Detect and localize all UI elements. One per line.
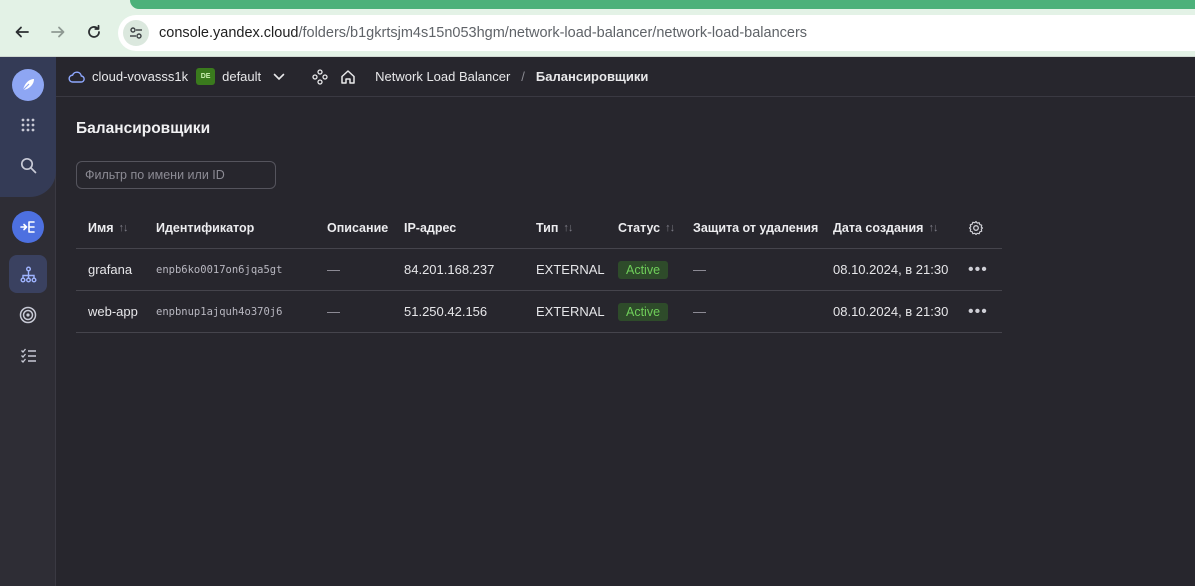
- site-info-button[interactable]: [123, 20, 149, 46]
- cell-description: —: [327, 262, 340, 277]
- console-header: cloud-vovasss1k DE default Network Load …: [56, 57, 1195, 97]
- apps-grid-icon[interactable]: [12, 109, 44, 141]
- cell-protection: —: [693, 262, 706, 277]
- sort-icon[interactable]: ↑↓: [665, 222, 675, 234]
- cell-ip: 51.250.42.156: [404, 304, 488, 319]
- gear-icon: [968, 220, 984, 236]
- sort-icon[interactable]: ↑↓: [563, 222, 573, 234]
- cell-name[interactable]: grafana: [88, 249, 132, 290]
- breadcrumb-separator: /: [521, 69, 525, 84]
- forward-button[interactable]: [46, 20, 70, 44]
- row-actions-button[interactable]: •••: [968, 291, 988, 332]
- browser-toolbar: console.yandex.cloud/folders/b1gkrtsjm4s…: [0, 0, 1195, 57]
- cell-id: enpbnup1ajquh4o370j6: [156, 305, 283, 318]
- cell-name[interactable]: web-app: [88, 291, 138, 332]
- home-icon[interactable]: [339, 68, 357, 86]
- address-bar[interactable]: console.yandex.cloud/folders/b1gkrtsjm4s…: [118, 15, 1195, 51]
- page-title: Балансировщики: [76, 120, 211, 137]
- column-label: Защита от удаления: [693, 221, 819, 235]
- cell-status: Active: [618, 249, 669, 290]
- column-header-type[interactable]: Тип ↑↓: [536, 208, 573, 248]
- column-header-protection: Защита от удаления: [693, 208, 818, 248]
- column-label: IP-адрес: [404, 221, 457, 235]
- reload-icon: [88, 24, 100, 38]
- more-icon: •••: [968, 260, 988, 278]
- search-icon[interactable]: [12, 149, 44, 181]
- cloud-icon: [68, 71, 86, 83]
- cell-status: Active: [618, 291, 669, 332]
- reload-button[interactable]: [82, 20, 106, 44]
- more-icon: •••: [968, 302, 988, 320]
- column-label: Дата создания: [833, 221, 924, 235]
- url-path: /folders/b1gkrtsjm4s15n053hgm/network-lo…: [298, 25, 808, 41]
- cell-created: 08.10.2024, в 21:30: [833, 304, 949, 319]
- folder-badge: DE: [196, 68, 216, 85]
- nodes-icon[interactable]: [311, 68, 329, 86]
- column-label: Статус: [618, 221, 661, 235]
- tune-icon: [130, 27, 142, 39]
- column-header-created[interactable]: Дата создания ↑↓: [833, 208, 938, 248]
- logo-icon[interactable]: [12, 69, 44, 101]
- column-header-status[interactable]: Статус ↑↓: [618, 208, 675, 248]
- column-header-ip: IP-адрес: [404, 208, 456, 248]
- chevron-down-icon[interactable]: [273, 73, 287, 81]
- arrow-right-icon: [51, 26, 65, 38]
- load-balancer-service-icon[interactable]: [12, 211, 44, 243]
- column-label: Описание: [327, 221, 389, 235]
- target-icon[interactable]: [12, 299, 44, 331]
- table-row[interactable]: web-app enpbnup1ajquh4o370j6 — 51.250.42…: [76, 291, 1002, 333]
- status-badge: Active: [618, 260, 669, 279]
- sort-icon[interactable]: ↑↓: [119, 222, 129, 234]
- column-label: Имя: [88, 221, 114, 235]
- cell-protection: —: [693, 304, 706, 319]
- breadcrumb-service[interactable]: Network Load Balancer: [375, 69, 510, 84]
- column-header-name[interactable]: Имя ↑↓: [88, 208, 129, 248]
- arrow-left-icon: [15, 26, 29, 38]
- status-badge: Active: [618, 302, 669, 321]
- breadcrumb-current: Балансировщики: [535, 69, 649, 84]
- tab-strip: [130, 0, 1195, 9]
- cloud-name[interactable]: cloud-vovasss1k: [92, 69, 188, 84]
- table-settings-button[interactable]: [968, 208, 984, 248]
- cell-ip: 84.201.168.237: [404, 262, 495, 277]
- back-button[interactable]: [10, 20, 34, 44]
- cell-description: —: [327, 304, 340, 319]
- folder-name[interactable]: default: [222, 69, 261, 84]
- row-actions-button[interactable]: •••: [968, 249, 988, 290]
- balancers-table: Имя ↑↓ Идентификатор Описание IP-адрес Ти…: [76, 208, 1002, 333]
- checklist-icon[interactable]: [12, 339, 44, 371]
- url-text: console.yandex.cloud/folders/b1gkrtsjm4s…: [159, 25, 807, 41]
- table-header: Имя ↑↓ Идентификатор Описание IP-адрес Ти…: [76, 208, 1002, 249]
- cell-created: 08.10.2024, в 21:30: [833, 262, 949, 277]
- sort-icon[interactable]: ↑↓: [928, 222, 938, 234]
- filter-input[interactable]: [76, 161, 276, 189]
- column-header-description: Описание: [327, 208, 388, 248]
- cell-type: EXTERNAL: [536, 262, 605, 277]
- balancers-icon[interactable]: [9, 255, 47, 293]
- left-rail: [0, 57, 56, 586]
- column-header-id: Идентификатор: [156, 208, 254, 248]
- cell-type: EXTERNAL: [536, 304, 605, 319]
- column-label: Идентификатор: [156, 221, 255, 235]
- url-host: console.yandex.cloud: [159, 25, 299, 41]
- column-label: Тип: [536, 221, 559, 235]
- table-row[interactable]: grafana enpb6ko0017on6jqa5gt — 84.201.16…: [76, 249, 1002, 291]
- cell-id: enpb6ko0017on6jqa5gt: [156, 263, 283, 276]
